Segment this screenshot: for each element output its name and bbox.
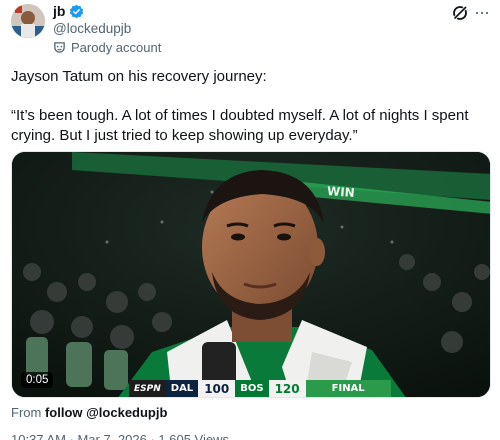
- tweet-text-line1: Jayson Tatum on his recovery journey:: [11, 68, 267, 85]
- scorebug-score-away: 100: [198, 380, 236, 397]
- handle[interactable]: @lockedupjb: [53, 21, 131, 36]
- video-frame: [12, 152, 490, 397]
- source-prefix: From: [11, 405, 42, 420]
- video-player[interactable]: 0:05 ESPN DAL 100 BOS 120 FINAL WIN: [11, 151, 491, 398]
- grok-icon[interactable]: [451, 4, 469, 22]
- parody-label[interactable]: Parody account: [53, 40, 161, 55]
- video-duration: 0:05: [21, 372, 54, 388]
- avatar[interactable]: [11, 4, 45, 38]
- name-row: jb: [53, 3, 84, 19]
- tweet-text-line2: “It’s been tough. A lot of times I doubt…: [11, 107, 469, 144]
- parody-label-text: Parody account: [71, 40, 162, 55]
- scorebug-team-away: DAL: [165, 380, 199, 397]
- display-name[interactable]: jb: [53, 3, 65, 19]
- scorebug-team-home: BOS: [235, 380, 269, 397]
- verified-badge-icon: [69, 4, 84, 19]
- source-link[interactable]: follow @lockedupjb: [45, 405, 167, 420]
- timestamp[interactable]: 10:37 AM · Mar 7, 2026 · 1,605 Views: [11, 432, 229, 440]
- scorebug-score-home: 120: [268, 380, 306, 397]
- tweet-card: jb @lockedupjb Parody account ··· Jayson…: [0, 0, 500, 440]
- scorebug-network: ESPN: [129, 380, 166, 397]
- scorebug-status: FINAL: [305, 380, 391, 397]
- video-source: From follow @lockedupjb: [11, 405, 167, 420]
- arena-sign: WIN: [326, 184, 356, 200]
- parody-mask-icon: [53, 41, 66, 54]
- more-icon[interactable]: ···: [474, 3, 490, 21]
- scorebug: ESPN DAL 100 BOS 120 FINAL: [129, 380, 391, 397]
